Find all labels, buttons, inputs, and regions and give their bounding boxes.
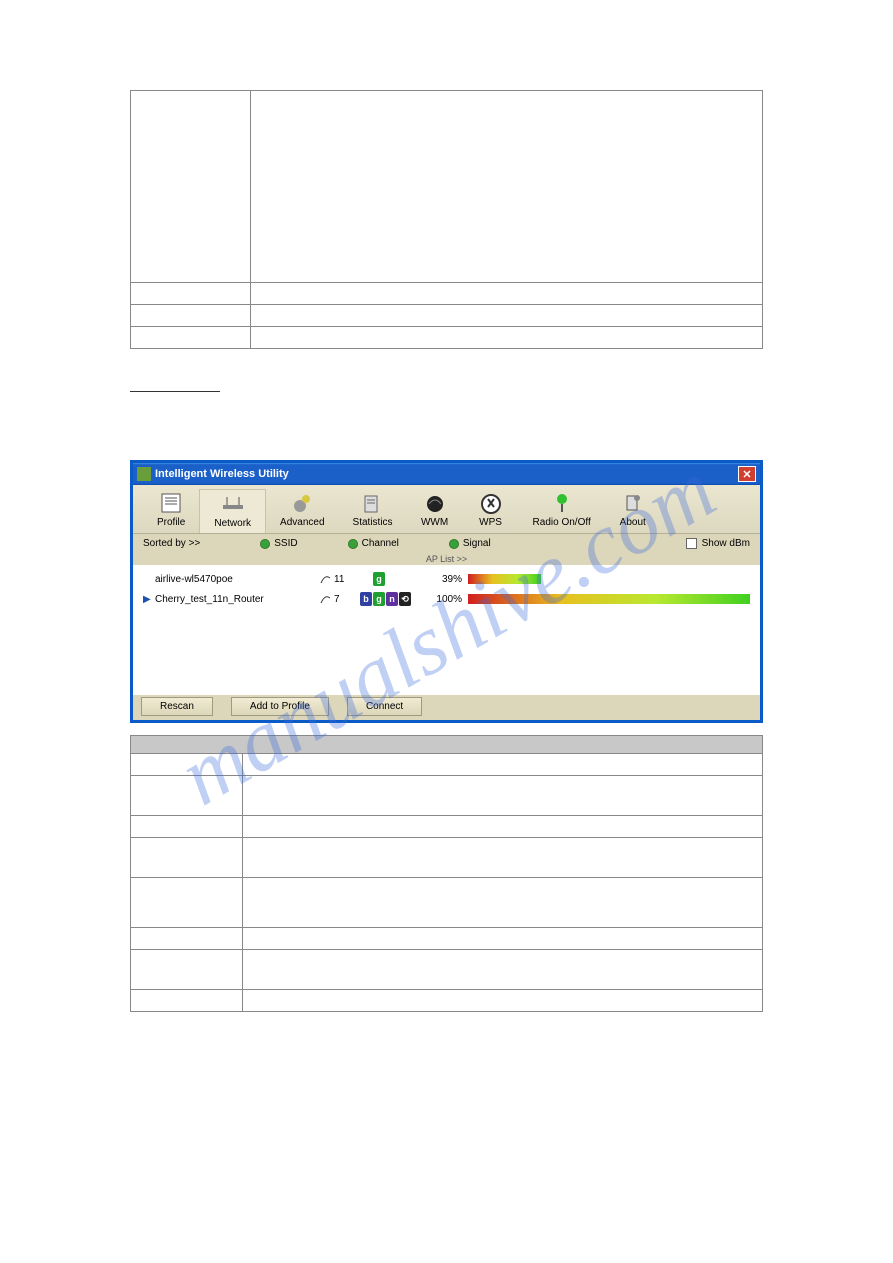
toolbar-item-wps[interactable]: WPS (463, 489, 519, 533)
title-bar: Intelligent Wireless Utility ✕ (133, 463, 760, 485)
ap-pct: 100% (432, 594, 468, 605)
toolbar-item-statistics[interactable]: Statistics (339, 489, 407, 533)
ap-row[interactable]: airlive-wl5470poe 11 g 39% (133, 569, 760, 589)
app-window: Intelligent Wireless Utility ✕ Profile N… (130, 460, 763, 723)
bottom-table (130, 735, 763, 1012)
show-dbm-label: Show dBm (702, 538, 750, 549)
ap-signal (468, 574, 750, 584)
sort-option-channel[interactable]: Channel (348, 538, 399, 549)
connect-button[interactable]: Connect (347, 697, 422, 716)
wwm-icon (421, 491, 449, 515)
top-table (130, 90, 763, 349)
sort-label: Sorted by >> (143, 538, 200, 549)
toolbar-label: Statistics (353, 517, 393, 528)
toolbar-item-wwm[interactable]: WWM (407, 489, 463, 533)
channel-icon (320, 573, 332, 585)
profile-icon (157, 491, 185, 515)
radio-icon (260, 539, 270, 549)
toolbar-label: Profile (157, 517, 185, 528)
toolbar-label: WWM (421, 517, 448, 528)
app-icon (137, 467, 151, 481)
wps-icon (477, 491, 505, 515)
sort-option-label: SSID (274, 538, 297, 549)
ap-ssid: Cherry_test_11n_Router (155, 594, 320, 605)
network-icon (219, 492, 247, 516)
add-to-profile-button[interactable]: Add to Profile (231, 697, 329, 716)
toolbar-item-about[interactable]: About (605, 489, 661, 533)
ap-list-header: AP List >> (133, 553, 760, 565)
ap-ssid: airlive-wl5470poe (155, 574, 320, 585)
ap-modes: g (360, 572, 432, 586)
toolbar-item-radio[interactable]: Radio On/Off (519, 489, 605, 533)
ap-channel: 7 (320, 593, 360, 605)
mode-n-icon: n (386, 592, 398, 606)
ap-signal (468, 594, 750, 604)
advanced-icon (288, 491, 316, 515)
toolbar-item-advanced[interactable]: Advanced (266, 489, 338, 533)
toolbar-label: Radio On/Off (533, 517, 591, 528)
button-bar: Rescan Add to Profile Connect (133, 695, 760, 720)
ap-marker-selected-icon: ▶ (143, 594, 155, 605)
radio-icon (348, 539, 358, 549)
ap-channel: 11 (320, 573, 360, 585)
toolbar-label: About (620, 517, 646, 528)
toolbar-label: WPS (479, 517, 502, 528)
ap-modes: b g n ⟲ (360, 592, 432, 606)
sort-option-ssid[interactable]: SSID (260, 538, 297, 549)
ap-row[interactable]: ▶ Cherry_test_11n_Router 7 b g n ⟲ 100% (133, 589, 760, 609)
mode-g-icon: g (373, 592, 385, 606)
radio-icon (449, 539, 459, 549)
toolbar-label: Network (214, 518, 251, 529)
mode-g-icon: g (373, 572, 385, 586)
section-header (130, 389, 220, 392)
show-dbm-checkbox[interactable]: Show dBm (686, 538, 750, 549)
toolbar: Profile Network Advanced Statistics (133, 485, 760, 534)
close-button[interactable]: ✕ (738, 466, 756, 482)
ap-pct: 39% (432, 574, 468, 585)
toolbar-label: Advanced (280, 517, 324, 528)
radio-icon (548, 491, 576, 515)
mode-b-icon: b (360, 592, 372, 606)
channel-icon (320, 593, 332, 605)
toolbar-item-network[interactable]: Network (199, 489, 266, 533)
ap-list: airlive-wl5470poe 11 g 39% ▶ Cherry_test… (133, 565, 760, 695)
statistics-icon (359, 491, 387, 515)
sort-option-signal[interactable]: Signal (449, 538, 491, 549)
toolbar-item-profile[interactable]: Profile (143, 489, 199, 533)
sort-option-label: Channel (362, 538, 399, 549)
sort-bar: Sorted by >> SSID Channel Signal Show dB… (133, 534, 760, 553)
about-icon (619, 491, 647, 515)
sort-option-label: Signal (463, 538, 491, 549)
mode-w-icon: ⟲ (399, 592, 411, 606)
checkbox-icon (686, 538, 697, 549)
window-title: Intelligent Wireless Utility (155, 468, 289, 480)
rescan-button[interactable]: Rescan (141, 697, 213, 716)
close-icon: ✕ (742, 468, 751, 481)
